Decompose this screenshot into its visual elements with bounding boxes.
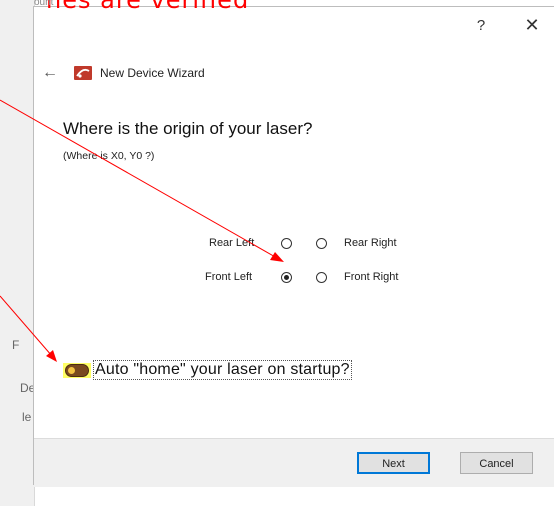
auto-home-toggle[interactable] [65,363,89,377]
radio-rear-right[interactable] [316,238,327,249]
annotation-text: nes are verified [46,0,250,14]
annotation-subtext: ount [34,0,54,8]
arrow-left-icon[interactable]: ← [42,64,62,82]
cancel-button[interactable]: Cancel [460,452,533,474]
background-fragment: F [12,338,20,352]
help-button[interactable]: ? [471,17,491,34]
background-panel [0,0,35,506]
dialog-footer: Next Cancel [34,438,554,487]
auto-home-row: Auto "home" your laser on startup? [63,360,352,380]
page-subtitle: (Where is X0, Y0 ?) [63,150,155,162]
radio-rear-left[interactable] [281,238,292,249]
background-fragment: le [22,410,32,424]
radio-front-right[interactable] [316,272,327,283]
radio-label-front-left: Front Left [205,271,253,283]
wizard-title: New Device Wizard [100,66,205,80]
radio-label-rear-right: Rear Right [344,237,397,249]
new-device-wizard-dialog: ? ✕ ← New Device Wizard Where is the ori… [33,6,554,487]
close-button[interactable]: ✕ [522,15,542,36]
radio-label-rear-left: Rear Left [209,237,255,249]
radio-front-left[interactable] [281,272,292,283]
app-logo-icon [74,66,92,80]
toggle-highlight [63,362,91,378]
radio-label-front-right: Front Right [344,271,399,283]
wizard-header: ← New Device Wizard [42,63,205,83]
next-button[interactable]: Next [357,452,430,474]
page-title: Where is the origin of your laser? [63,119,313,138]
toggle-knob [68,366,75,374]
auto-home-label: Auto "home" your laser on startup? [93,360,352,380]
